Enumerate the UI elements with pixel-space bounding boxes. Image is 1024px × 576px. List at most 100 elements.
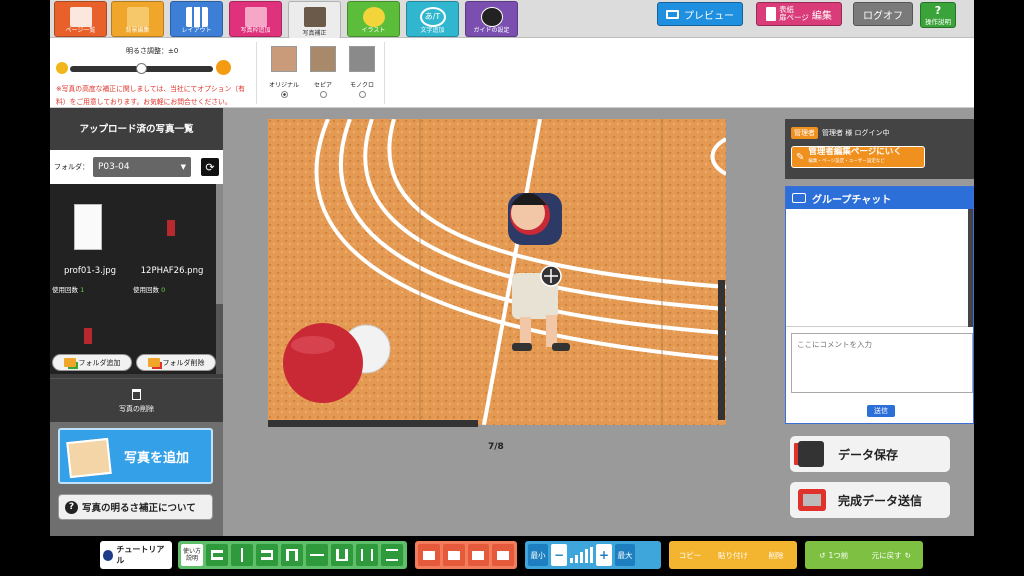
distribute-v-button[interactable]	[381, 544, 403, 566]
admin-edit-button[interactable]: ✎ 管理者編集ページにいく 編集・ページ設定・ユーザー設定など	[791, 146, 925, 168]
photo-correction-options: 明るさ調整：±0 ※写真の高度な補正に関しましては、当社にてオプション（有料）を…	[50, 38, 974, 108]
layers-back-icon	[497, 550, 510, 560]
zoom-bar	[585, 549, 588, 563]
red-ball	[283, 323, 363, 403]
logoff-button[interactable]: ログオフ	[853, 2, 913, 26]
floppy-icon	[798, 441, 824, 467]
submit-data-button[interactable]: 完成データ送信	[789, 481, 951, 519]
tool-photo-correction[interactable]: 写真補正	[288, 1, 341, 39]
brightness-slider-thumb[interactable]	[136, 63, 147, 74]
photo-usage: 使用回数 0	[133, 284, 165, 294]
zoom-max-button[interactable]: 最大	[615, 544, 635, 566]
usage-label: 使用回数	[52, 286, 78, 294]
tool-label: イラスト	[361, 27, 386, 34]
color-mode-original[interactable]: オリジナル	[268, 46, 300, 98]
refresh-button[interactable]: ⟳	[201, 158, 219, 176]
comment-input[interactable]	[791, 333, 973, 393]
folder-label: フォルダ：	[54, 163, 89, 171]
folder-add-icon	[63, 358, 76, 367]
tutorial-button[interactable]: チュートリアル	[100, 541, 172, 569]
align-middle-button[interactable]	[306, 544, 328, 566]
tool-page-list[interactable]: ページ一覧	[54, 1, 107, 37]
delete-photo-button[interactable]: 写真の削除	[50, 378, 223, 422]
distribute-h-button[interactable]	[356, 544, 378, 566]
brightness-info-button[interactable]: ? 写真の明るさ補正について	[58, 494, 213, 520]
usage-count: 1	[80, 286, 85, 294]
zoom-out-button[interactable]: −	[551, 544, 567, 566]
chat-scrollbar[interactable]	[968, 209, 973, 327]
page-list-icon	[69, 7, 92, 27]
delete-folder-button[interactable]: フォルダ削除	[136, 354, 216, 371]
zoom-bar	[580, 552, 583, 563]
brightness-info-label: 写真の明るさ補正について	[82, 503, 196, 514]
tool-background-edit[interactable]: 背景編集	[111, 1, 164, 37]
preview-button[interactable]: プレビュー	[657, 2, 743, 26]
send-back-button[interactable]	[492, 544, 514, 566]
help-label: 操作説明	[925, 17, 951, 26]
zoom-level-bars[interactable]	[570, 547, 593, 563]
align-center-button[interactable]	[231, 544, 253, 566]
photo-frame-icon	[244, 7, 267, 27]
align-group: 使い方 説明	[178, 541, 407, 569]
align-top-button[interactable]	[281, 544, 303, 566]
align-left-button[interactable]	[206, 544, 228, 566]
color-mode-sepia[interactable]: セピア	[307, 46, 339, 98]
photo-item[interactable]: prof01-3.jpg	[50, 184, 130, 294]
add-folder-button[interactable]: フォルダ追加	[52, 354, 132, 371]
zoom-min-button[interactable]: 最小	[528, 544, 548, 566]
align-bottom-button[interactable]	[331, 544, 353, 566]
align-right-button[interactable]	[256, 544, 278, 566]
brightness-slider[interactable]	[70, 63, 213, 74]
align-help-button[interactable]: 使い方 説明	[181, 544, 203, 566]
photo-list-scrollbar[interactable]	[216, 184, 223, 374]
undo-button[interactable]: ↺ 1つ前	[808, 544, 860, 566]
bring-forward-button[interactable]	[442, 544, 465, 566]
scrollbar-thumb[interactable]	[216, 184, 223, 304]
undo-label: 1つ前	[828, 550, 849, 560]
align-help-label-2: 説明	[185, 555, 198, 562]
send-button[interactable]: 送信	[867, 405, 895, 417]
add-photo-button[interactable]: 写真を追加	[58, 428, 213, 484]
illustration-icon	[362, 7, 385, 27]
align-help-label-1: 使い方	[182, 548, 201, 555]
tool-layout[interactable]: レイアウト	[170, 1, 223, 37]
tool-label: 写真枠追加	[240, 27, 271, 34]
bring-front-button[interactable]	[418, 544, 440, 566]
question-icon: ?	[65, 500, 78, 514]
editor-canvas[interactable]	[268, 119, 726, 425]
canvas-h-scrollbar[interactable]	[268, 420, 478, 427]
copy-button[interactable]: コピー	[672, 544, 708, 566]
add-folder-label: フォルダ追加	[78, 358, 121, 367]
color-mode-radio[interactable]	[358, 91, 366, 98]
tool-add-text[interactable]: あ/T 文字追加	[406, 1, 459, 37]
photo-thumbnail[interactable]	[84, 328, 92, 344]
paste-button[interactable]: 貼り付け	[711, 544, 755, 566]
photo-item[interactable]: 12PHAF26.png	[130, 184, 214, 294]
align-right-icon	[261, 550, 273, 560]
tool-add-photo-frame[interactable]: 写真枠追加	[229, 1, 282, 37]
tool-illustration[interactable]: イラスト	[347, 1, 400, 37]
tool-guide-settings[interactable]: ガイドの設定	[465, 1, 518, 37]
redo-button[interactable]: 元に戻す ↻	[862, 544, 920, 566]
photo-thumbnail	[74, 204, 102, 250]
usage-count: 0	[161, 286, 166, 294]
grid-icon	[480, 7, 503, 27]
canvas-v-scrollbar[interactable]	[718, 280, 725, 420]
color-mode-mono[interactable]: モノクロ	[346, 46, 378, 98]
send-backward-button[interactable]	[467, 544, 490, 566]
usage-label: 使用回数	[133, 286, 159, 294]
color-mode-radio[interactable]	[319, 91, 327, 98]
align-center-icon	[241, 548, 243, 562]
help-button[interactable]: ? 操作説明	[920, 2, 956, 28]
sun-bright-icon	[216, 60, 231, 75]
cover-edit-button[interactable]: 表紙 扉ページ 編集	[756, 2, 842, 26]
color-mode-radio[interactable]	[280, 91, 288, 98]
folder-select[interactable]: P03-04 ▼	[93, 157, 191, 177]
photo-usage: 使用回数 1	[52, 284, 84, 294]
zoom-in-button[interactable]: +	[596, 544, 612, 566]
tool-label: 背景編集	[125, 27, 150, 34]
align-bottom-icon	[336, 549, 348, 561]
delete-button[interactable]: 削除	[758, 544, 794, 566]
refresh-icon: ⟳	[205, 160, 215, 174]
save-data-button[interactable]: データ保存	[789, 435, 951, 473]
